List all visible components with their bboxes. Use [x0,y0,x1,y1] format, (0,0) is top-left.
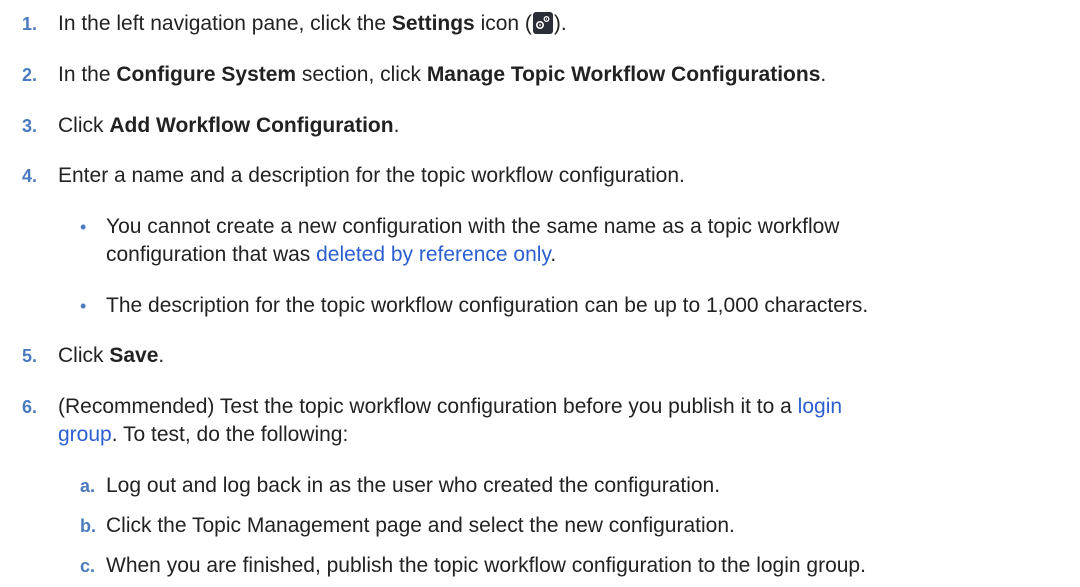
login-group-link[interactable]: group [58,423,112,446]
step-number: 5. [22,346,38,366]
bullet-text: You cannot create a new configuration wi… [106,215,840,238]
step-text: In the Configure System section, click M… [58,63,827,86]
substep-letter: a. [80,476,96,496]
step-number: 4. [22,166,38,186]
bullet-text: configuration that was deleted by refere… [106,243,557,266]
step-number: 6. [22,397,38,417]
step-number: 1. [22,14,38,34]
step-text: Click Save. [58,344,165,367]
step-text: Click Add Workflow Configuration. [58,114,400,137]
procedure-document: 1. In the left navigation pane, click th… [0,0,1080,587]
deleted-by-reference-link[interactable]: deleted by reference only [316,243,550,266]
add-workflow-config-label: Add Workflow Configuration [109,114,394,137]
save-label: Save [109,344,159,367]
login-group-link[interactable]: login [798,395,842,418]
step-text: (Recommended) Test the topic workflow co… [58,395,843,418]
substep-letter: c. [80,556,96,576]
substep-text: Log out and log back in as the user who … [106,474,721,497]
bullet-glyph: • [80,217,87,237]
step-text: Enter a name and a description for the t… [58,164,685,187]
settings-label: Settings [391,12,475,35]
substep-text: When you are finished, publish the topic… [106,554,866,577]
step-text: group. To test, do the following: [58,423,349,446]
bullet-glyph: • [80,296,87,316]
step-number: 2. [22,65,38,85]
step-number: 3. [22,116,38,136]
substep-text: Click the Topic Management page and sele… [106,514,735,537]
settings-gear-icon [532,12,553,34]
configure-system-label: Configure System [116,63,297,86]
bullet-text: The description for the topic workflow c… [106,294,869,317]
manage-topic-workflow-label: Manage Topic Workflow Configurations [426,63,821,86]
substep-letter: b. [80,516,96,536]
step-text: In the left navigation pane, click the S… [58,12,567,35]
